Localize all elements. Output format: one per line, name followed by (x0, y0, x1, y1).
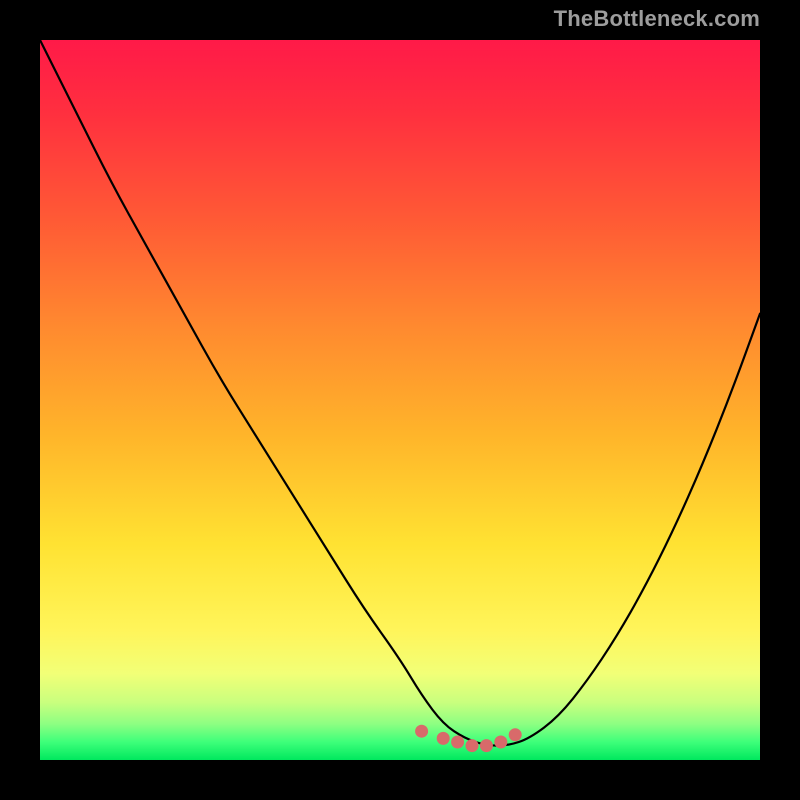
floor-dot (509, 728, 522, 741)
curve-svg (40, 40, 760, 760)
plot-area (40, 40, 760, 760)
floor-dot (480, 739, 493, 752)
floor-dot (415, 725, 428, 738)
chart-frame: TheBottleneck.com (0, 0, 800, 800)
floor-dot (437, 732, 450, 745)
bottleneck-curve (40, 40, 760, 746)
floor-dot (451, 736, 464, 749)
floor-dot (494, 736, 507, 749)
floor-dot (466, 739, 479, 752)
watermark-text: TheBottleneck.com (554, 6, 760, 32)
